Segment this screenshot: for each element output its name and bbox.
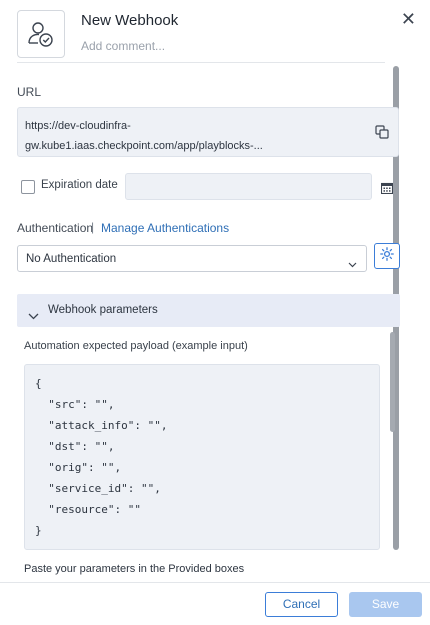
code-line: "orig": "", — [35, 461, 122, 474]
save-button[interactable]: Save — [349, 592, 422, 617]
code-line: } — [35, 524, 42, 537]
url-label: URL — [17, 85, 42, 99]
webhook-icon — [17, 10, 65, 58]
code-line: "src": "", — [35, 398, 115, 411]
header-divider — [17, 62, 385, 63]
authentication-selected-value: No Authentication — [26, 253, 117, 265]
url-field: https://dev-cloudinfra- gw.kube1.iaas.ch… — [17, 107, 399, 157]
calendar-icon[interactable] — [380, 181, 394, 199]
authentication-select[interactable]: No Authentication — [17, 245, 367, 272]
dialog-header: New Webhook Add comment... ✕ — [0, 0, 430, 62]
cancel-button[interactable]: Cancel — [265, 592, 338, 617]
payload-label: Automation expected payload (example inp… — [24, 340, 248, 352]
authentication-settings-button[interactable] — [374, 243, 400, 269]
chevron-down-icon — [348, 255, 357, 273]
add-comment-input[interactable]: Add comment... — [81, 39, 165, 53]
code-line: "dst": "", — [35, 440, 115, 453]
manage-authentications-link[interactable]: Manage Authentications — [101, 221, 229, 235]
parameters-scrollbar[interactable] — [390, 332, 395, 432]
code-line: "service_id": "", — [35, 482, 161, 495]
dialog-title: New Webhook — [81, 12, 179, 29]
paste-parameters-label: Paste your parameters in the Provided bo… — [24, 563, 245, 575]
label-separator: | — [91, 220, 95, 234]
expiration-checkbox[interactable] — [21, 180, 35, 194]
expiration-date-input[interactable] — [125, 173, 372, 200]
webhook-parameters-title: Webhook parameters — [48, 304, 158, 316]
gear-icon — [380, 246, 394, 266]
copy-icon[interactable] — [375, 125, 389, 144]
expiration-label: Expiration date — [41, 179, 118, 191]
close-icon[interactable]: ✕ — [401, 10, 416, 28]
code-line: "attack_info": "", — [35, 419, 168, 432]
code-line: { — [35, 377, 42, 390]
url-value: https://dev-cloudinfra- gw.kube1.iaas.ch… — [25, 120, 263, 152]
authentication-label: Authentication — [17, 221, 94, 235]
chevron-down-icon — [28, 307, 39, 325]
payload-code-block: { "src": "", "attack_info": "", "dst": "… — [24, 364, 380, 550]
webhook-parameters-section-toggle[interactable]: Webhook parameters — [17, 294, 400, 327]
code-line: "resource": "" — [35, 503, 141, 516]
